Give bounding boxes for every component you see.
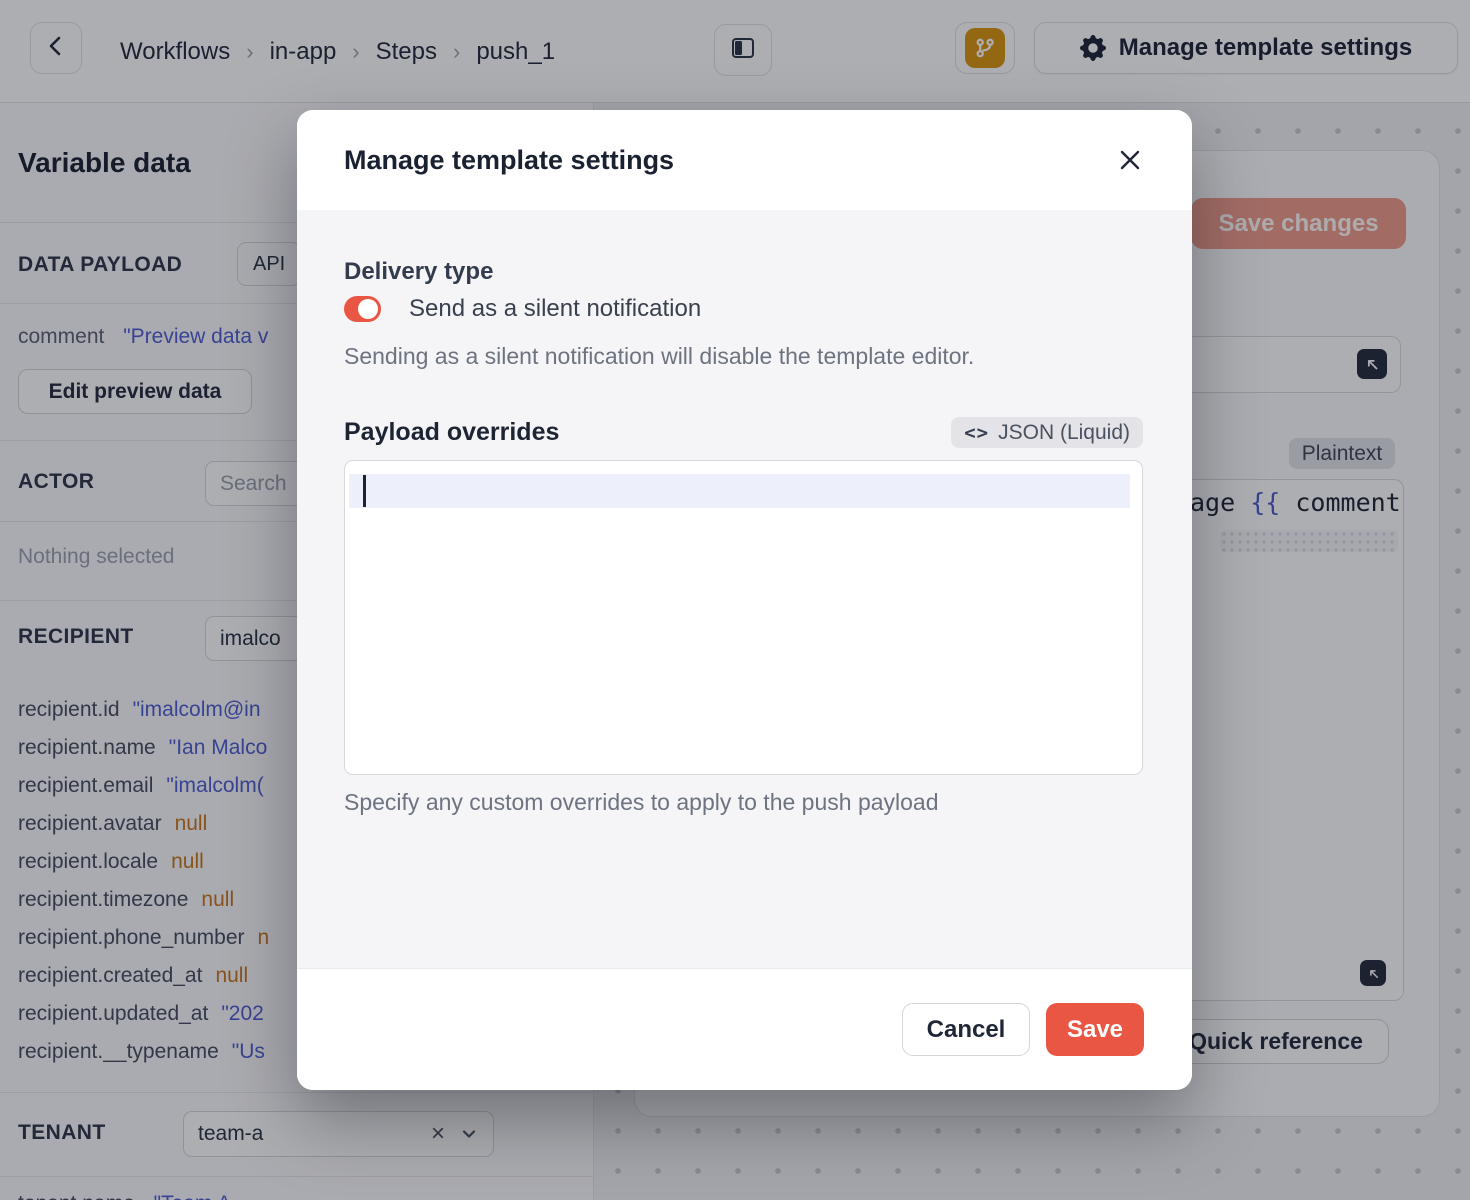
format-chip-label: JSON (Liquid)	[998, 421, 1130, 445]
app-screen: Workflows › in-app › Steps › push_1	[0, 0, 1470, 1200]
silent-notification-toggle[interactable]	[344, 296, 381, 322]
close-icon[interactable]	[1112, 142, 1148, 178]
payload-overrides-label: Payload overrides	[344, 418, 559, 447]
text-caret	[363, 475, 366, 507]
payload-overrides-editor[interactable]	[344, 460, 1143, 775]
cancel-button[interactable]: Cancel	[902, 1003, 1030, 1056]
save-button[interactable]: Save	[1046, 1003, 1144, 1056]
modal-title: Manage template settings	[344, 145, 674, 176]
format-chip: <> JSON (Liquid)	[951, 417, 1143, 448]
payload-overrides-header: Payload overrides <> JSON (Liquid)	[344, 417, 1143, 448]
modal-footer: Cancel Save	[297, 968, 1192, 1090]
silent-notification-row: Send as a silent notification	[344, 295, 701, 323]
payload-overrides-help: Specify any custom overrides to apply to…	[344, 789, 939, 816]
modal-header: Manage template settings	[297, 110, 1192, 210]
editor-active-line	[349, 474, 1130, 508]
toggle-knob	[358, 299, 378, 319]
silent-notification-label: Send as a silent notification	[409, 295, 701, 323]
modal-body: Delivery type Send as a silent notificat…	[297, 210, 1192, 968]
delivery-type-label: Delivery type	[344, 258, 493, 286]
silent-notification-help: Sending as a silent notification will di…	[344, 343, 974, 370]
manage-template-settings-modal: Manage template settings Delivery type S…	[297, 110, 1192, 1090]
code-icon: <>	[964, 422, 989, 444]
